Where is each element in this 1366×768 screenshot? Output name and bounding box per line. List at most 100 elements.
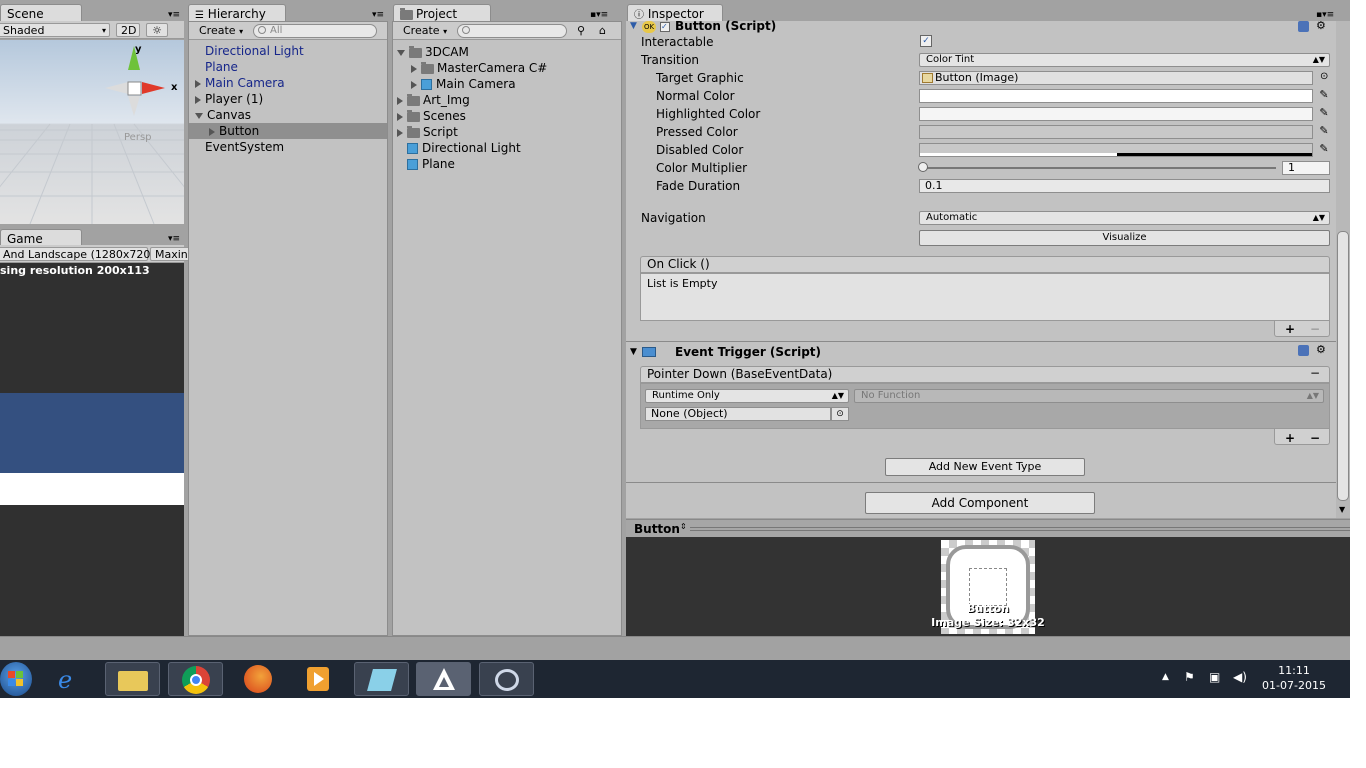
expand-arrow-icon[interactable] — [195, 79, 201, 88]
target-object-field[interactable]: None (Object) — [645, 407, 831, 421]
game-view[interactable]: sing resolution 200x113 — [0, 263, 184, 636]
add-onclick-button[interactable]: + — [1285, 321, 1295, 337]
help-icon[interactable] — [1298, 345, 1309, 356]
hierarchy-create-button[interactable]: Create ▾ — [195, 24, 245, 38]
expand-arrow-icon[interactable] — [411, 64, 417, 73]
function-dropdown[interactable]: No Function ▲▼ — [854, 389, 1324, 403]
navigation-value: Automatic — [926, 212, 978, 223]
chrome-icon[interactable] — [168, 662, 223, 696]
project-item[interactable]: Script — [397, 124, 458, 140]
scrollbar-thumb[interactable] — [1337, 231, 1349, 501]
project-item[interactable]: 3DCAM — [397, 44, 469, 60]
remove-event-icon[interactable]: − — [1310, 366, 1320, 380]
system-clock[interactable]: 11:11 01-07-2015 — [1262, 663, 1326, 693]
object-picker-icon[interactable]: ⊙ — [831, 407, 849, 421]
notes-app-icon[interactable] — [354, 662, 409, 696]
expand-arrow-icon[interactable] — [397, 96, 403, 105]
mode-2d-button[interactable]: 2D — [116, 23, 140, 37]
project-search-input[interactable] — [457, 24, 567, 38]
eyedropper-icon[interactable]: ✎ — [1318, 125, 1330, 137]
disabled-color-swatch[interactable] — [919, 143, 1313, 157]
start-button[interactable] — [0, 662, 32, 696]
gear-icon[interactable]: ⚙ — [1316, 19, 1326, 32]
project-item[interactable]: Art_Img — [397, 92, 470, 108]
hierarchy-item[interactable]: Main Camera — [195, 75, 285, 91]
runtime-value: Runtime Only — [652, 390, 720, 401]
project-item[interactable]: Main Camera — [411, 76, 516, 92]
runtime-dropdown[interactable]: Runtime Only ▲▼ — [645, 389, 849, 403]
object-picker-icon[interactable]: ⊙ — [1320, 71, 1328, 82]
project-item[interactable]: MasterCamera C# — [411, 60, 547, 76]
color-multiplier-slider-track[interactable] — [922, 167, 1276, 169]
lighting-icon[interactable]: ☼ — [146, 23, 168, 37]
color-multiplier-input[interactable]: 1 — [1282, 161, 1330, 175]
add-pointer-listener-button[interactable]: + — [1285, 430, 1295, 446]
foldout-arrow-icon[interactable]: ▼ — [630, 347, 637, 357]
color-multiplier-slider-handle[interactable] — [918, 162, 928, 172]
eyedropper-icon[interactable]: ✎ — [1318, 107, 1330, 119]
fade-duration-input[interactable]: 0.1 — [919, 179, 1330, 193]
expand-arrow-icon[interactable] — [397, 112, 403, 121]
action-center-icon[interactable]: ⚑ — [1184, 670, 1195, 684]
remove-pointer-listener-button[interactable]: − — [1310, 430, 1320, 446]
remote-app-icon[interactable] — [479, 662, 534, 696]
expand-arrow-icon[interactable] — [411, 80, 417, 89]
expand-arrow-icon[interactable] — [397, 128, 403, 137]
filter-type-icon[interactable]: ⚲ — [577, 24, 585, 37]
internet-explorer-icon[interactable]: e — [44, 662, 99, 696]
lock-icon[interactable]: ▪▾≡ — [590, 10, 608, 20]
pressed-color-swatch[interactable] — [919, 125, 1313, 139]
project-item[interactable]: Scenes — [397, 108, 466, 124]
foldout-arrow-icon[interactable]: ▼ — [630, 21, 637, 31]
file-explorer-icon[interactable] — [105, 662, 160, 696]
highlighted-color-swatch[interactable] — [919, 107, 1313, 121]
preview-dropdown-icon[interactable]: ⇕ — [680, 522, 687, 531]
hierarchy-item[interactable]: Player (1) — [195, 91, 263, 107]
hierarchy-item-selected[interactable]: Button — [189, 123, 387, 139]
scroll-down-icon[interactable]: ▼ — [1339, 505, 1345, 514]
gear-icon[interactable]: ⚙ — [1316, 343, 1326, 356]
drag-handle[interactable] — [690, 527, 1350, 531]
remove-onclick-button[interactable]: − — [1310, 321, 1320, 337]
resolution-dropdown[interactable]: And Landscape (1280x720) — [0, 247, 155, 261]
collapse-arrow-icon[interactable] — [195, 112, 203, 119]
hierarchy-item[interactable]: EventSystem — [205, 139, 284, 155]
volume-icon[interactable]: ◀) — [1233, 670, 1247, 684]
eyedropper-icon[interactable]: ✎ — [1318, 143, 1330, 155]
target-graphic-field[interactable]: Button (Image) — [919, 71, 1313, 85]
media-player-icon[interactable] — [292, 662, 347, 696]
eyedropper-icon[interactable]: ✎ — [1318, 89, 1330, 101]
maximize-on-play-button[interactable]: Maxin — [150, 247, 190, 261]
expand-arrow-icon[interactable] — [195, 95, 201, 104]
collapse-arrow-icon[interactable] — [397, 49, 405, 56]
project-item[interactable]: Plane — [407, 156, 455, 172]
unity-icon[interactable] — [416, 662, 471, 696]
normal-color-swatch[interactable] — [919, 89, 1313, 103]
panel-menu-icon[interactable]: ▾≡ — [168, 10, 180, 20]
transition-dropdown[interactable]: Color Tint ▲▼ — [919, 53, 1330, 67]
navigation-dropdown[interactable]: Automatic ▲▼ — [919, 211, 1330, 225]
firefox-icon[interactable] — [231, 662, 286, 696]
transition-label: Transition — [641, 53, 700, 67]
interactable-checkbox[interactable]: ✓ — [920, 35, 932, 47]
show-hidden-icons[interactable]: ▲ — [1162, 672, 1169, 682]
component-enabled-checkbox[interactable]: ✓ — [660, 22, 670, 32]
visualize-button[interactable]: Visualize — [919, 230, 1330, 246]
panel-menu-icon[interactable]: ▾≡ — [168, 234, 180, 244]
add-new-event-type-button[interactable]: Add New Event Type — [885, 458, 1085, 476]
hierarchy-item[interactable]: Plane — [205, 59, 238, 75]
scene-view[interactable]: y x Persp — [0, 40, 184, 224]
project-item[interactable]: Directional Light — [407, 140, 521, 156]
shading-dropdown[interactable]: Shaded ▾ — [0, 23, 110, 37]
filter-label-icon[interactable]: ⌂ — [599, 24, 606, 37]
project-create-button[interactable]: Create ▾ — [399, 24, 449, 38]
windows-logo-icon — [16, 671, 23, 678]
expand-arrow-icon[interactable] — [209, 127, 215, 136]
hierarchy-item[interactable]: Canvas — [195, 107, 251, 123]
panel-menu-icon[interactable]: ▾≡ — [372, 10, 384, 20]
hierarchy-item[interactable]: Directional Light — [205, 43, 304, 59]
add-component-button[interactable]: Add Component — [865, 492, 1095, 514]
help-icon[interactable] — [1298, 21, 1309, 32]
hierarchy-search-input[interactable]: All — [253, 24, 377, 38]
network-icon[interactable]: ▣ — [1209, 670, 1220, 684]
